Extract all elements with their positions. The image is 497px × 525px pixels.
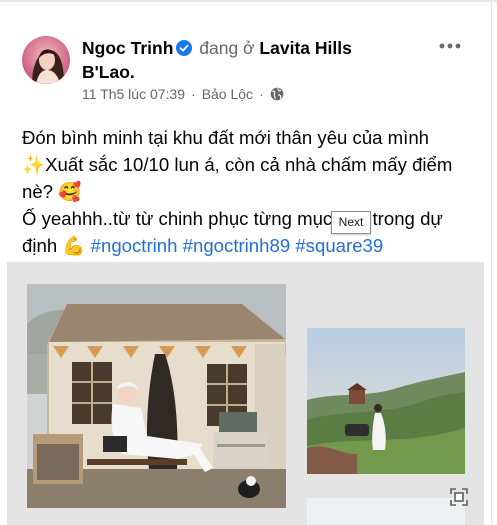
post-line-1: Đón bình minh tại khu đất mới thân yêu c… (22, 127, 430, 148)
verified-badge-icon (176, 38, 193, 56)
hashtag-link[interactable]: #square39 (295, 235, 383, 256)
more-options-icon[interactable] (436, 36, 464, 56)
post-line-3: Ố yeahhh..từ từ chinh phục từng mục tiêu… (22, 205, 482, 259)
post-card: Ngoc Trinh đang ở Lavita Hills B'Lao. 11… (0, 0, 497, 525)
meta-separator: · (259, 86, 264, 102)
avatar[interactable] (22, 36, 70, 84)
post-header: Ngoc Trinh đang ở Lavita Hills B'Lao. (82, 36, 382, 84)
photo-placeholder[interactable] (307, 498, 465, 525)
media-gallery (7, 262, 484, 525)
at-label: đang ở (199, 38, 255, 58)
globe-icon[interactable] (270, 87, 284, 101)
fullscreen-icon[interactable] (449, 487, 469, 507)
next-tooltip: Next (331, 211, 371, 234)
post-timestamp[interactable]: 11 Th5 lúc 07:39 (82, 86, 185, 102)
post-place[interactable]: Bảo Lộc (202, 86, 253, 102)
author-name[interactable]: Ngoc Trinh (82, 38, 173, 58)
post-body: Đón bình minh tại khu đất mới thân yêu c… (22, 124, 482, 259)
meta-separator: · (191, 86, 196, 102)
hashtag-link[interactable]: #ngoctrinh (91, 235, 178, 256)
hashtag-link[interactable]: #ngoctrinh89 (183, 235, 291, 256)
post-line-2: ✨Xuất sắc 10/10 lun á, còn cả nhà chấm m… (22, 154, 453, 202)
photo-hills[interactable] (307, 328, 465, 474)
avatar-image (22, 36, 70, 84)
photo-tent[interactable] (27, 284, 286, 508)
post-meta: 11 Th5 lúc 07:39 · Bảo Lộc · (82, 86, 284, 102)
top-divider (0, 0, 497, 2)
